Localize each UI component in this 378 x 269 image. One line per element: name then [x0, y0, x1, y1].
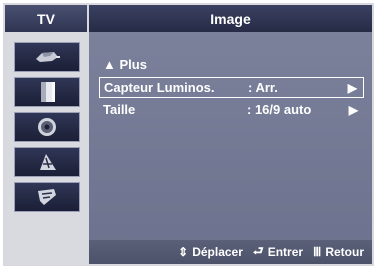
tv-osd-menu: TV Image ▲ Plus Capteur Luminos.: Arr. … — [3, 3, 374, 266]
enter-icon: ⮐ — [252, 243, 264, 258]
channel-icon — [38, 118, 56, 136]
menu-item-value: : 16/9 auto — [247, 102, 312, 117]
sound-icon — [41, 82, 55, 102]
page-title: Image — [89, 5, 372, 32]
sidebar-item-picture[interactable] — [14, 42, 80, 72]
menu-item-value: : Arr. — [248, 80, 278, 95]
sidebar-item-channel[interactable] — [14, 112, 80, 142]
move-icon: ⇕ — [178, 245, 189, 259]
up-label: Plus — [119, 57, 147, 72]
tv-picture-icon — [36, 52, 60, 62]
sidebar-item-sound[interactable] — [14, 77, 80, 107]
menu-content: ▲ Plus Capteur Luminos. : Arr. ▶ Taille … — [89, 32, 372, 264]
menu-item-label: Capteur Luminos. — [104, 80, 215, 95]
right-arrow-icon: ▶ — [347, 80, 357, 95]
right-arrow-icon: ▶ — [348, 102, 358, 117]
help-bar: ⇕ Déplacer ⮐ Entrer Ⅲ Retour — [89, 240, 372, 264]
menu-up-item[interactable]: ▲ Plus — [99, 54, 364, 75]
enter-hint: Entrer — [267, 245, 304, 259]
section-title: TV — [5, 5, 89, 32]
setup-icon — [40, 154, 56, 170]
move-hint: Déplacer — [192, 245, 243, 259]
menu-item-taille[interactable]: Taille : 16/9 auto ▶ — [99, 99, 364, 120]
return-icon: Ⅲ — [313, 245, 322, 259]
menu-item-label: Taille — [103, 102, 136, 117]
menu-header: TV Image — [5, 5, 372, 33]
menu-sidebar — [5, 32, 89, 264]
sidebar-item-input[interactable] — [14, 182, 80, 212]
sidebar-item-setup[interactable] — [14, 147, 80, 177]
return-hint: Retour — [325, 245, 364, 259]
up-arrow-icon: ▲ — [103, 57, 116, 72]
input-icon — [38, 189, 56, 205]
menu-item-capteur-luminos[interactable]: Capteur Luminos. : Arr. ▶ — [99, 77, 364, 98]
